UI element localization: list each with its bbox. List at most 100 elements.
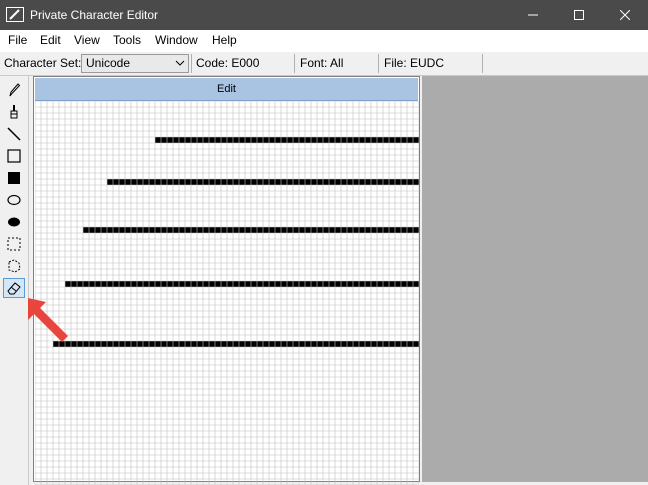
glyph-pixel[interactable] [359, 281, 365, 287]
glyph-pixel[interactable] [341, 179, 347, 185]
glyph-pixel[interactable] [359, 137, 365, 143]
glyph-pixel[interactable] [365, 137, 371, 143]
glyph-pixel[interactable] [281, 341, 287, 347]
glyph-pixel[interactable] [329, 341, 335, 347]
tool-line[interactable] [3, 124, 25, 144]
glyph-pixel[interactable] [317, 281, 323, 287]
glyph-pixel[interactable] [311, 137, 317, 143]
glyph-pixel[interactable] [287, 341, 293, 347]
glyph-pixel[interactable] [155, 281, 161, 287]
glyph-pixel[interactable] [107, 281, 113, 287]
glyph-pixel[interactable] [263, 281, 269, 287]
glyph-pixel[interactable] [107, 227, 113, 233]
glyph-pixel[interactable] [371, 227, 377, 233]
glyph-pixel[interactable] [185, 341, 191, 347]
glyph-pixel[interactable] [323, 341, 329, 347]
glyph-pixel[interactable] [221, 341, 227, 347]
glyph-pixel[interactable] [185, 227, 191, 233]
glyph-pixel[interactable] [275, 281, 281, 287]
glyph-pixel[interactable] [197, 137, 203, 143]
glyph-pixel[interactable] [167, 227, 173, 233]
glyph-pixel[interactable] [359, 341, 365, 347]
glyph-pixel[interactable] [179, 341, 185, 347]
glyph-pixel[interactable] [395, 137, 401, 143]
glyph-pixel[interactable] [335, 227, 341, 233]
glyph-pixel[interactable] [275, 179, 281, 185]
glyph-pixel[interactable] [257, 179, 263, 185]
glyph-pixel[interactable] [245, 281, 251, 287]
glyph-pixel[interactable] [101, 341, 107, 347]
glyph-pixel[interactable] [113, 341, 119, 347]
glyph-pixel[interactable] [203, 227, 209, 233]
glyph-pixel[interactable] [227, 341, 233, 347]
glyph-pixel[interactable] [233, 137, 239, 143]
glyph-pixel[interactable] [167, 281, 173, 287]
menu-window[interactable]: Window [155, 33, 198, 47]
glyph-pixel[interactable] [329, 179, 335, 185]
glyph-pixel[interactable] [275, 137, 281, 143]
glyph-pixel[interactable] [287, 227, 293, 233]
glyph-pixel[interactable] [125, 227, 131, 233]
glyph-pixel[interactable] [203, 341, 209, 347]
glyph-pixel[interactable] [233, 341, 239, 347]
glyph-pixel[interactable] [371, 179, 377, 185]
glyph-pixel[interactable] [245, 341, 251, 347]
glyph-pixel[interactable] [107, 179, 113, 185]
glyph-pixel[interactable] [305, 137, 311, 143]
glyph-pixel[interactable] [191, 281, 197, 287]
glyph-pixel[interactable] [341, 281, 347, 287]
menu-tools[interactable]: Tools [113, 33, 141, 47]
menu-edit[interactable]: Edit [40, 33, 61, 47]
glyph-pixel[interactable] [191, 341, 197, 347]
glyph-pixel[interactable] [383, 341, 389, 347]
glyph-pixel[interactable] [299, 227, 305, 233]
glyph-pixel[interactable] [311, 227, 317, 233]
glyph-pixel[interactable] [131, 281, 137, 287]
glyph-pixel[interactable] [95, 281, 101, 287]
glyph-pixel[interactable] [413, 341, 419, 347]
glyph-pixel[interactable] [179, 137, 185, 143]
glyph-pixel[interactable] [173, 179, 179, 185]
glyph-pixel[interactable] [245, 179, 251, 185]
glyph-pixel[interactable] [407, 341, 413, 347]
glyph-pixel[interactable] [305, 227, 311, 233]
glyph-pixel[interactable] [257, 137, 263, 143]
glyph-pixel[interactable] [209, 179, 215, 185]
glyph-pixel[interactable] [83, 341, 89, 347]
glyph-pixel[interactable] [215, 341, 221, 347]
glyph-pixel[interactable] [227, 137, 233, 143]
glyph-pixel[interactable] [161, 179, 167, 185]
glyph-pixel[interactable] [269, 179, 275, 185]
glyph-pixel[interactable] [299, 179, 305, 185]
menu-help[interactable]: Help [212, 33, 237, 47]
glyph-pixel[interactable] [263, 341, 269, 347]
glyph-pixel[interactable] [347, 227, 353, 233]
glyph-pixel[interactable] [149, 179, 155, 185]
menu-file[interactable]: File [8, 33, 27, 47]
glyph-pixel[interactable] [77, 281, 83, 287]
glyph-pixel[interactable] [161, 137, 167, 143]
glyph-pixel[interactable] [83, 281, 89, 287]
glyph-pixel[interactable] [209, 281, 215, 287]
glyph-pixel[interactable] [149, 281, 155, 287]
glyph-pixel[interactable] [173, 227, 179, 233]
glyph-pixel[interactable] [413, 281, 419, 287]
glyph-pixel[interactable] [185, 179, 191, 185]
glyph-pixel[interactable] [227, 227, 233, 233]
glyph-pixel[interactable] [383, 227, 389, 233]
glyph-pixel[interactable] [203, 137, 209, 143]
glyph-pixel[interactable] [365, 179, 371, 185]
glyph-pixel[interactable] [215, 137, 221, 143]
glyph-pixel[interactable] [227, 281, 233, 287]
glyph-pixel[interactable] [323, 137, 329, 143]
tool-filled-ellipse[interactable] [3, 212, 25, 232]
glyph-pixel[interactable] [125, 179, 131, 185]
glyph-pixel[interactable] [407, 179, 413, 185]
glyph-pixel[interactable] [353, 341, 359, 347]
glyph-pixel[interactable] [401, 137, 407, 143]
glyph-pixel[interactable] [107, 341, 113, 347]
glyph-pixel[interactable] [155, 137, 161, 143]
tool-pencil[interactable] [3, 80, 25, 100]
glyph-pixel[interactable] [179, 281, 185, 287]
glyph-pixel[interactable] [209, 341, 215, 347]
